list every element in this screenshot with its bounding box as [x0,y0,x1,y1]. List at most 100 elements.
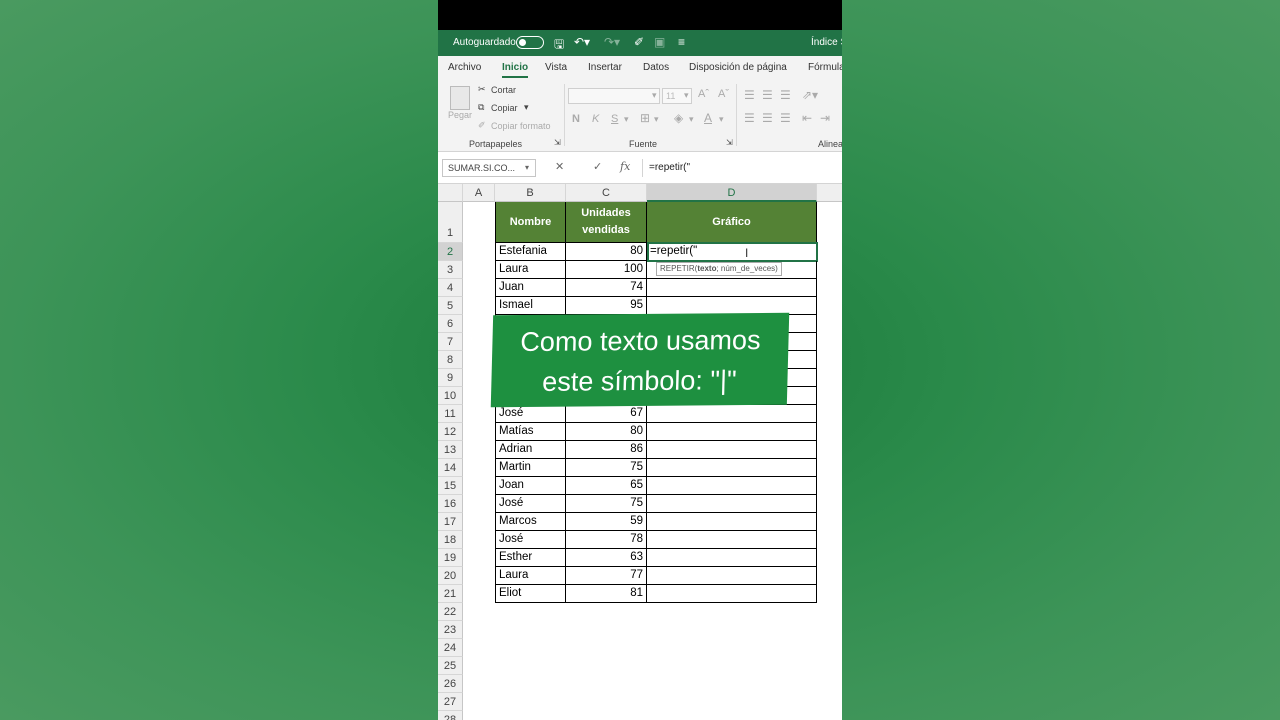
cell-unidades[interactable]: 65 [566,477,647,495]
row-header[interactable]: 3 [438,261,463,279]
tab-inicio[interactable]: Inicio [502,62,529,78]
cell-nombre[interactable]: José [495,531,566,549]
row-header[interactable]: 13 [438,441,463,459]
fill-color-icon[interactable]: ◈ [674,111,683,125]
select-all-corner[interactable] [438,184,463,202]
brush-icon[interactable]: ✐ [634,35,644,49]
row-header[interactable]: 8 [438,351,463,369]
align-top-icon[interactable]: ☰ [744,88,755,102]
cut-button[interactable]: Cortar [491,85,516,95]
cell-unidades[interactable]: 81 [566,585,647,603]
row-header[interactable]: 27 [438,693,463,711]
name-box-dropdown-icon[interactable]: ▾ [525,163,529,172]
underline-dropdown-icon[interactable]: ▾ [624,114,629,125]
align-right-icon[interactable]: ☰ [780,111,791,125]
row-header[interactable]: 2 [438,243,463,261]
font-name-dropdown-icon[interactable]: ▾ [652,90,657,101]
row-header[interactable]: 6 [438,315,463,333]
cell-unidades[interactable]: 86 [566,441,647,459]
cell-grafico[interactable] [647,477,817,495]
cell-unidades[interactable]: 95 [566,297,647,315]
row-header[interactable]: 14 [438,459,463,477]
row-header[interactable]: 20 [438,567,463,585]
clipboard-launcher-icon[interactable]: ⇲ [554,138,561,147]
decrease-indent-icon[interactable]: ⇤ [802,111,812,125]
orientation-icon[interactable]: ⇗▾ [802,88,818,102]
row-header[interactable]: 26 [438,675,463,693]
camera-icon[interactable]: ▣ [654,35,665,49]
cell-nombre[interactable]: José [495,405,566,423]
cell-unidades[interactable]: 80 [566,243,647,261]
cell-nombre[interactable]: Matías [495,423,566,441]
cell-unidades[interactable]: 67 [566,405,647,423]
column-header-e[interactable] [817,184,842,202]
cell-unidades[interactable]: 77 [566,567,647,585]
cell-grafico[interactable] [647,549,817,567]
copy-button[interactable]: Copiar [491,103,518,113]
font-size-dropdown-icon[interactable]: ▾ [684,90,689,101]
underline-button[interactable]: S [611,113,618,125]
cell-unidades[interactable]: 100 [566,261,647,279]
font-color-dropdown-icon[interactable]: ▾ [719,114,724,125]
row-header[interactable]: 1 [438,202,463,243]
column-header-d[interactable]: D [647,184,817,202]
cell-nombre[interactable]: Adrian [495,441,566,459]
cell-unidades[interactable]: 59 [566,513,647,531]
autosave-toggle[interactable] [516,36,544,49]
cell-grafico[interactable] [647,459,817,477]
font-color-icon[interactable]: A [704,111,712,125]
row-header[interactable]: 12 [438,423,463,441]
tab-datos[interactable]: Datos [643,62,669,73]
fill-color-dropdown-icon[interactable]: ▾ [689,114,694,125]
row-header[interactable]: 18 [438,531,463,549]
column-header-a[interactable]: A [463,184,495,202]
font-name-select[interactable] [568,88,660,104]
cell-nombre[interactable]: Estefania [495,243,566,261]
cell-nombre[interactable]: Marcos [495,513,566,531]
cell-nombre[interactable]: Martin [495,459,566,477]
paste-icon[interactable] [450,86,470,110]
row-header[interactable]: 21 [438,585,463,603]
align-middle-icon[interactable]: ☰ [762,88,773,102]
row-header[interactable]: 24 [438,639,463,657]
cell-grafico[interactable] [647,495,817,513]
undo-icon[interactable]: ↶▾ [574,35,590,49]
italic-button[interactable]: K [592,113,599,125]
row-header[interactable]: 19 [438,549,463,567]
cell-grafico[interactable] [647,585,817,603]
cell-grafico[interactable] [647,405,817,423]
tab-disposicion[interactable]: Disposición de página [689,62,787,73]
cell-grafico[interactable] [647,513,817,531]
enter-icon[interactable]: ✓ [593,160,602,173]
cell-unidades[interactable]: 74 [566,279,647,297]
row-header[interactable]: 23 [438,621,463,639]
row-header[interactable]: 15 [438,477,463,495]
column-header-c[interactable]: C [566,184,647,202]
row-header[interactable]: 7 [438,333,463,351]
row-header[interactable]: 5 [438,297,463,315]
tab-formulas[interactable]: Fórmula [808,62,842,73]
formula-input[interactable]: =repetir(" [642,159,842,177]
cell-nombre[interactable]: José [495,495,566,513]
cell-grafico[interactable] [647,567,817,585]
row-header[interactable]: 11 [438,405,463,423]
cell-nombre[interactable]: Laura [495,261,566,279]
row-header[interactable]: 25 [438,657,463,675]
cell-nombre[interactable]: Laura [495,567,566,585]
tab-insertar[interactable]: Insertar [588,62,622,73]
save-icon[interactable]: 🖫 [554,35,564,56]
tab-archivo[interactable]: Archivo [448,62,481,73]
copy-icon[interactable]: ⧉ [478,102,484,113]
redo-icon[interactable]: ↷▾ [604,35,620,49]
row-header[interactable]: 4 [438,279,463,297]
bold-button[interactable]: N [572,113,580,125]
cell-nombre[interactable]: Esther [495,549,566,567]
row-header[interactable]: 9 [438,369,463,387]
format-painter-icon[interactable]: ✐ [478,120,486,131]
align-bottom-icon[interactable]: ☰ [780,88,791,102]
cell-grafico[interactable] [647,423,817,441]
column-header-b[interactable]: B [495,184,566,202]
format-painter-button[interactable]: Copiar formato [491,121,551,131]
name-box[interactable]: SUMAR.SI.CO... [442,159,536,177]
cell-nombre[interactable]: Juan [495,279,566,297]
